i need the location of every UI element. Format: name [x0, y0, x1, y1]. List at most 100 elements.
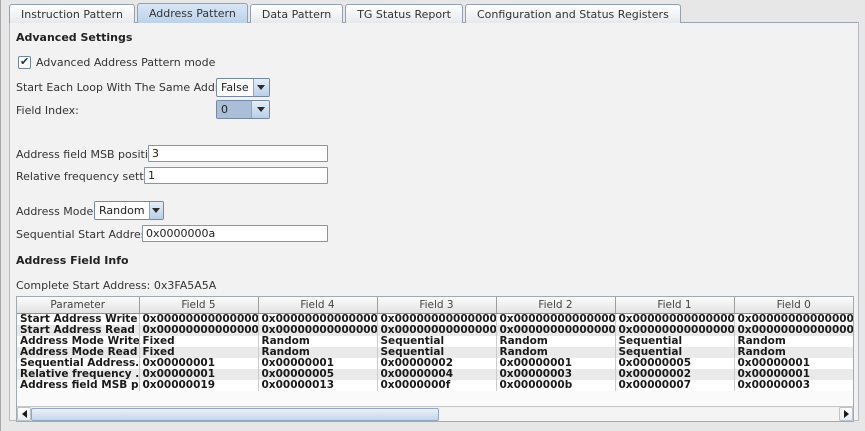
- cell-field4[interactable]: Random: [258, 347, 377, 358]
- cell-field5[interactable]: 0x000000000000003f: [139, 325, 258, 336]
- scroll-right-icon: [844, 410, 849, 418]
- address-mode-dropdown-button[interactable]: [149, 202, 163, 219]
- cell-parameter[interactable]: Relative frequency ...: [17, 369, 139, 380]
- address-field-msb-label: Address field MSB position:: [16, 148, 165, 161]
- cell-parameter[interactable]: Address Mode Read: [17, 347, 139, 358]
- cell-field1[interactable]: 0x00000005: [615, 358, 734, 369]
- scroll-left-icon: [22, 410, 27, 418]
- advanced-address-pattern-checkbox[interactable]: [18, 56, 31, 69]
- chevron-down-icon: [152, 208, 160, 213]
- cell-field2[interactable]: 0x00000003: [496, 369, 615, 380]
- horizontal-scrollbar-track[interactable]: [31, 408, 839, 421]
- address-field-table: Parameter Field 5 Field 4 Field 3 Field …: [17, 297, 853, 391]
- column-header-field0[interactable]: Field 0: [734, 297, 853, 313]
- column-header-parameter[interactable]: Parameter: [17, 297, 139, 313]
- relative-frequency-input[interactable]: [144, 167, 328, 184]
- cell-field2[interactable]: 0x0000000b: [496, 380, 615, 391]
- cell-field2[interactable]: 0x00000001: [496, 358, 615, 369]
- cell-field4[interactable]: 0x000000000000000a: [258, 325, 377, 336]
- table-row[interactable]: Start Address Read 0x000000000000003f 0x…: [17, 325, 853, 336]
- horizontal-scrollbar[interactable]: [17, 406, 853, 421]
- column-header-field3[interactable]: Field 3: [377, 297, 496, 313]
- table-row[interactable]: Address Mode Read Fixed Random Sequentia…: [17, 347, 853, 358]
- column-header-field5[interactable]: Field 5: [139, 297, 258, 313]
- table-row[interactable]: Address Mode Write Fixed Random Sequenti…: [17, 336, 853, 347]
- cell-field2[interactable]: Random: [496, 347, 615, 358]
- column-header-field4[interactable]: Field 4: [258, 297, 377, 313]
- cell-field4[interactable]: 0x00000001: [258, 358, 377, 369]
- cell-field4[interactable]: 0x000000000000000a: [258, 313, 377, 325]
- cell-field1[interactable]: Sequential: [615, 336, 734, 347]
- cell-field0[interactable]: 0x00000001: [734, 358, 853, 369]
- column-header-field2[interactable]: Field 2: [496, 297, 615, 313]
- sequential-start-address-input[interactable]: [142, 225, 328, 242]
- cell-field1[interactable]: Sequential: [615, 347, 734, 358]
- field-index-label: Field Index:: [16, 104, 79, 117]
- tab-instruction-pattern[interactable]: Instruction Pattern: [9, 4, 135, 23]
- cell-field0[interactable]: Random: [734, 347, 853, 358]
- cell-field0[interactable]: Random: [734, 336, 853, 347]
- tab-bar: Instruction Pattern Address Pattern Data…: [9, 3, 683, 23]
- horizontal-scrollbar-thumb[interactable]: [31, 408, 439, 421]
- cell-field5[interactable]: Fixed: [139, 336, 258, 347]
- cell-field2[interactable]: 0x000000000000000a: [496, 313, 615, 325]
- cell-field1[interactable]: 0x0000000000000005: [615, 325, 734, 336]
- tab-configuration-and-status-registers[interactable]: Configuration and Status Registers: [465, 4, 681, 23]
- scroll-left-button[interactable]: [17, 407, 31, 421]
- cell-parameter[interactable]: Start Address Write: [17, 313, 139, 325]
- tab-data-pattern[interactable]: Data Pattern: [250, 4, 343, 23]
- field-index-value: 0: [217, 101, 251, 118]
- cell-field5[interactable]: 0x00000001: [139, 358, 258, 369]
- cell-field4[interactable]: 0x00000005: [258, 369, 377, 380]
- cell-parameter[interactable]: Start Address Read: [17, 325, 139, 336]
- table-row[interactable]: Relative frequency ... 0x00000001 0x0000…: [17, 369, 853, 380]
- advanced-settings-heading: Advanced Settings: [16, 31, 132, 44]
- chevron-down-icon: [257, 85, 265, 90]
- cell-field0[interactable]: 0x000000000000000a: [734, 325, 853, 336]
- cell-field3[interactable]: Sequential: [377, 347, 496, 358]
- tab-content-address-pattern: Advanced Settings Advanced Address Patte…: [9, 22, 859, 421]
- cell-parameter[interactable]: Address field MSB p...: [17, 380, 139, 391]
- cell-field2[interactable]: Random: [496, 336, 615, 347]
- cell-field1[interactable]: 0x0000000000000005: [615, 313, 734, 325]
- address-field-msb-input[interactable]: [148, 145, 328, 162]
- address-field-info-heading: Address Field Info: [16, 254, 129, 267]
- advanced-address-pattern-checkbox-label: Advanced Address Pattern mode: [36, 56, 215, 69]
- field-index-combobox[interactable]: 0: [216, 100, 270, 119]
- cell-field1[interactable]: 0x00000007: [615, 380, 734, 391]
- cell-field3[interactable]: 0x00000004: [377, 369, 496, 380]
- cell-field5[interactable]: Fixed: [139, 347, 258, 358]
- tab-tg-status-report[interactable]: TG Status Report: [345, 4, 463, 23]
- cell-field1[interactable]: 0x00000002: [615, 369, 734, 380]
- cell-field4[interactable]: Random: [258, 336, 377, 347]
- cell-field4[interactable]: 0x00000013: [258, 380, 377, 391]
- cell-field3[interactable]: 0x0000000000000005: [377, 325, 496, 336]
- cell-field5[interactable]: 0x00000019: [139, 380, 258, 391]
- cell-field3[interactable]: Sequential: [377, 336, 496, 347]
- cell-field0[interactable]: 0x000000000000000a: [734, 313, 853, 325]
- start-each-loop-combobox[interactable]: False: [216, 78, 270, 97]
- cell-field0[interactable]: 0x00000001: [734, 369, 853, 380]
- cell-parameter[interactable]: Sequential Address...: [17, 358, 139, 369]
- cell-field5[interactable]: 0x00000001: [139, 369, 258, 380]
- table-row[interactable]: Sequential Address... 0x00000001 0x00000…: [17, 358, 853, 369]
- table-header-row: Parameter Field 5 Field 4 Field 3 Field …: [17, 297, 853, 313]
- start-each-loop-dropdown-button[interactable]: [253, 79, 269, 96]
- scroll-right-button[interactable]: [839, 407, 853, 421]
- cell-field3[interactable]: 0x0000000f: [377, 380, 496, 391]
- tab-address-pattern[interactable]: Address Pattern: [137, 3, 248, 23]
- cell-field2[interactable]: 0x000000000000000a: [496, 325, 615, 336]
- cell-field5[interactable]: 0x000000000000003f: [139, 313, 258, 325]
- complete-start-address-text: Complete Start Address: 0x3FA5A5A: [16, 279, 216, 292]
- address-mode-combobox[interactable]: Random: [94, 201, 164, 220]
- cell-field0[interactable]: 0x00000003: [734, 380, 853, 391]
- field-index-dropdown-button[interactable]: [251, 101, 269, 118]
- cell-parameter[interactable]: Address Mode Write: [17, 336, 139, 347]
- table-row[interactable]: Start Address Write 0x000000000000003f 0…: [17, 313, 853, 325]
- cell-field3[interactable]: 0x0000000000000005: [377, 313, 496, 325]
- cell-field3[interactable]: 0x00000002: [377, 358, 496, 369]
- table-row[interactable]: Address field MSB p... 0x00000019 0x0000…: [17, 380, 853, 391]
- column-header-field1[interactable]: Field 1: [615, 297, 734, 313]
- address-field-table-scrollpane: Parameter Field 5 Field 4 Field 3 Field …: [16, 296, 854, 422]
- start-each-loop-value: False: [217, 79, 253, 96]
